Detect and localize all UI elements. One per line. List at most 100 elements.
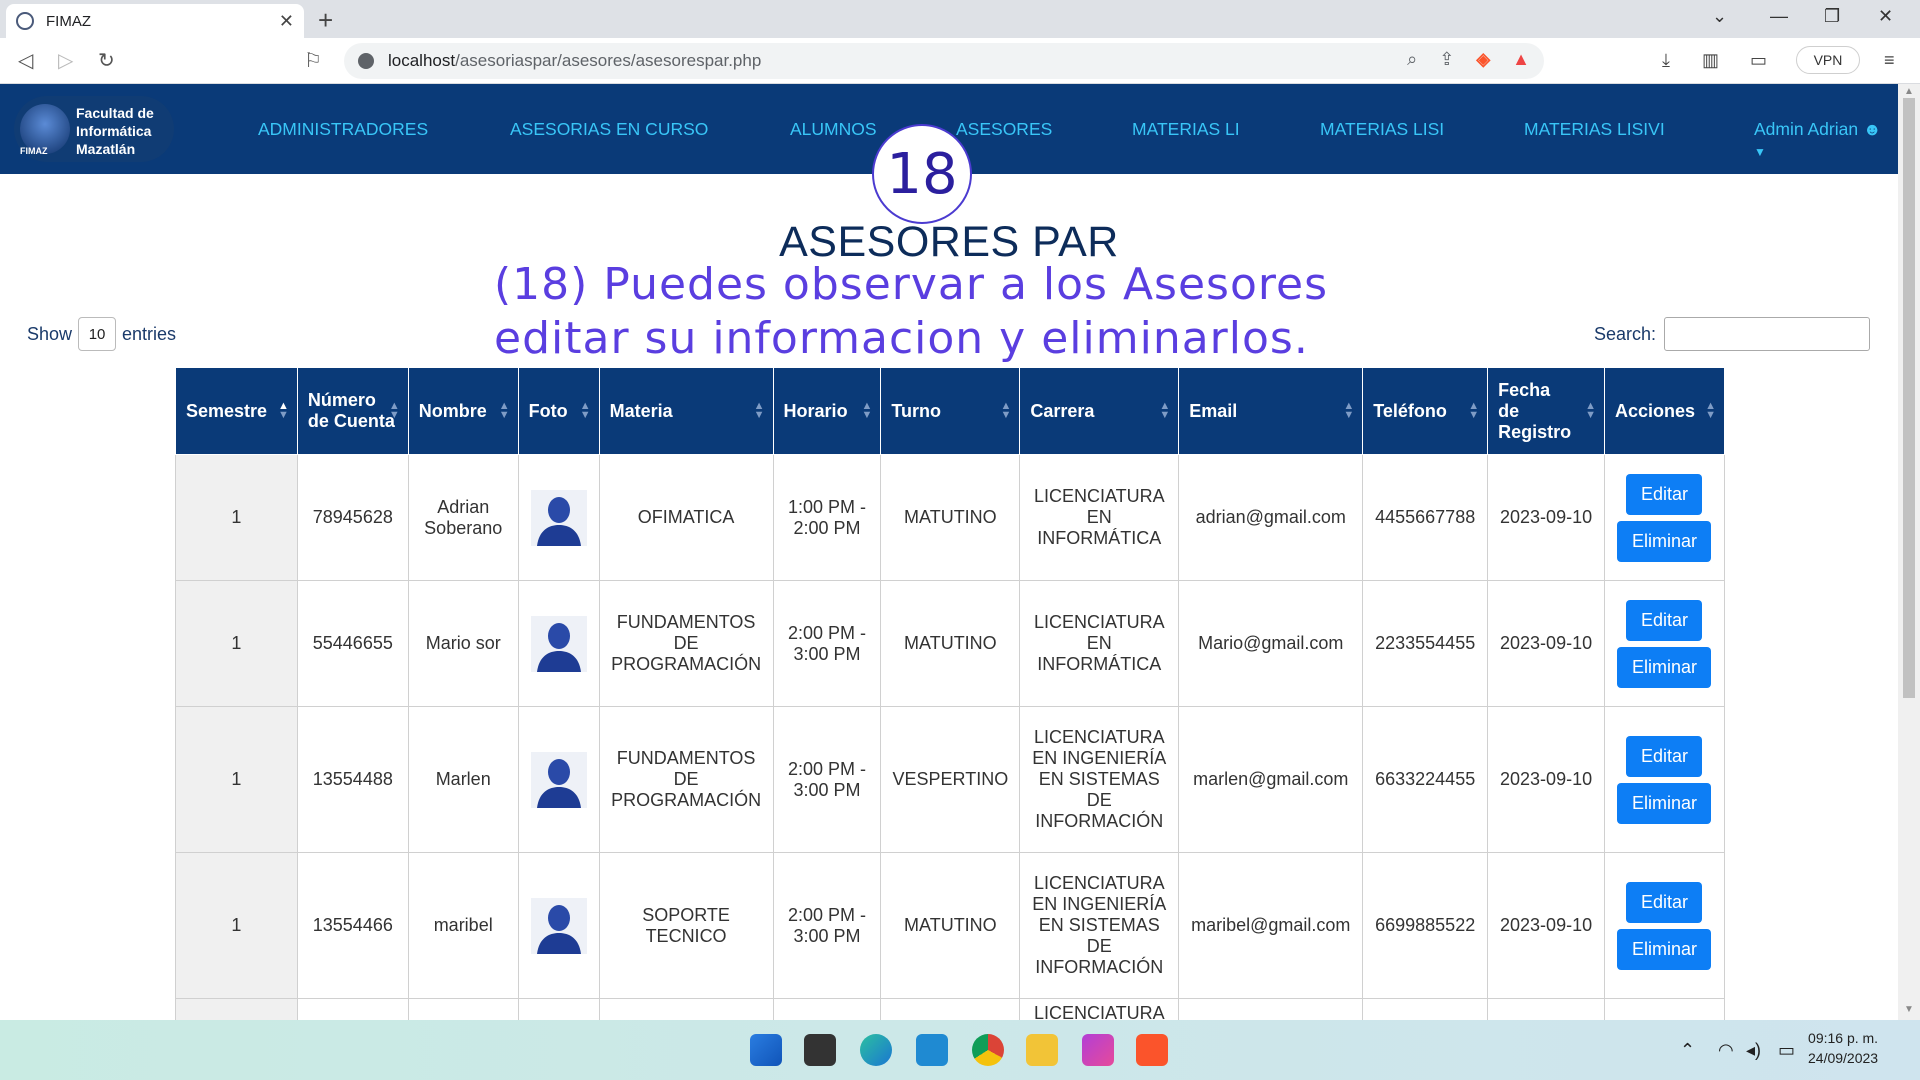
- delete-button[interactable]: Eliminar: [1617, 520, 1712, 562]
- wifi-icon[interactable]: ◠: [1718, 1040, 1734, 1061]
- cell-fecha: 2023-09-10: [1487, 706, 1605, 853]
- cell-materia: FUNDAMENTOS DE PROGRAMACIÓN: [598, 580, 774, 707]
- entries-select[interactable]: 10: [78, 317, 117, 351]
- forward-icon[interactable]: ▷: [58, 48, 73, 73]
- nav-administradores[interactable]: ADMINISTRADORES: [258, 119, 428, 140]
- col-header-nombre[interactable]: Nombre ▲ ▼: [407, 367, 519, 455]
- col-header-fecha[interactable]: Fecha de Registro ▲ ▼: [1487, 367, 1605, 455]
- sidebar-icon[interactable]: ▥: [1702, 50, 1719, 71]
- annotation-line-2: editar su informacion y eliminarlos.: [494, 313, 1309, 364]
- search-control: Search:: [1594, 317, 1871, 351]
- battery-icon[interactable]: ▭: [1778, 1040, 1795, 1061]
- menu-icon[interactable]: ≡: [1884, 50, 1895, 71]
- cell-horario: 1:00 PM - 2:00 PM: [772, 454, 882, 581]
- fimaz-logo[interactable]: Facultad de Informática Mazatlán FIMAZ: [14, 96, 174, 162]
- delete-button[interactable]: Eliminar: [1617, 782, 1712, 824]
- delete-button[interactable]: Eliminar: [1617, 928, 1712, 970]
- col-header-materia[interactable]: Materia ▲ ▼: [598, 367, 774, 455]
- cell-horario: 2:00 PM - 3:00 PM: [772, 852, 882, 999]
- zoom-icon[interactable]: ⌕: [1407, 49, 1417, 70]
- nav-materias-lisivi[interactable]: MATERIAS LISIVI: [1524, 119, 1665, 140]
- site-info-icon[interactable]: [358, 53, 374, 69]
- cell-cuenta: 78945628: [296, 454, 409, 581]
- download-icon[interactable]: ⤓: [1662, 50, 1670, 71]
- close-window-icon[interactable]: ✕: [1878, 6, 1893, 27]
- entries-value: 10: [88, 325, 106, 343]
- cell-foto: [517, 454, 600, 581]
- cell-telefono: 2233554455: [1362, 580, 1489, 707]
- scroll-down-icon[interactable]: ▼: [1904, 1004, 1914, 1015]
- cell-foto: [517, 580, 600, 707]
- clock-time: 09:16 p. m.: [1808, 1030, 1879, 1046]
- cell-telefono: 6633224455: [1362, 706, 1489, 853]
- bookmark-icon[interactable]: ⚐: [304, 48, 322, 73]
- cell-semestre: 1: [175, 706, 298, 853]
- cell-acciones: Editar Eliminar: [1603, 706, 1726, 853]
- share-icon[interactable]: ⇪: [1439, 49, 1454, 70]
- user-menu[interactable]: Admin Adrian ☻ ▼: [1754, 119, 1898, 161]
- search-input[interactable]: [1664, 317, 1871, 351]
- system-clock[interactable]: 09:16 p. m. 24/09/2023: [1808, 1028, 1878, 1068]
- col-header-foto[interactable]: Foto ▲ ▼: [517, 367, 600, 455]
- table-header-row: Semestre ▲ ▼ Número de Cuenta ▲ ▼ Nombre ▲ ▼ F…: [175, 367, 1726, 455]
- url-path: /asesoriaspar/asesores/asesorespar.php: [455, 51, 762, 70]
- reload-icon[interactable]: ↻: [98, 48, 115, 73]
- brave-shields-icon[interactable]: ◈: [1476, 49, 1490, 70]
- nav-materias-lisi[interactable]: MATERIAS LISI: [1320, 119, 1444, 140]
- new-tab-icon[interactable]: +: [318, 5, 333, 36]
- col-header-turno[interactable]: Turno ▲ ▼: [880, 367, 1021, 455]
- os-taskbar: ⌃ ◠ ◂) ▭ 09:16 p. m. 24/09/2023: [0, 1020, 1920, 1080]
- scrollbar-thumb[interactable]: [1903, 98, 1915, 698]
- file-explorer-icon[interactable]: [1026, 1034, 1058, 1066]
- close-tab-icon[interactable]: ✕: [279, 11, 294, 32]
- wallet-icon[interactable]: ▭: [1750, 50, 1767, 71]
- task-view-icon[interactable]: [804, 1034, 836, 1066]
- tab-search-chevron-icon[interactable]: ⌄: [1712, 6, 1727, 27]
- volume-icon[interactable]: ◂): [1746, 1040, 1761, 1061]
- nav-alumnos[interactable]: ALUMNOS: [790, 119, 877, 140]
- app-icon[interactable]: [1082, 1034, 1114, 1066]
- delete-button[interactable]: Eliminar: [1617, 646, 1712, 688]
- col-header-email[interactable]: Email ▲ ▼: [1178, 367, 1364, 455]
- col-header-cuenta[interactable]: Número de Cuenta ▲ ▼: [296, 367, 409, 455]
- cell-cuenta: 55446655: [296, 580, 409, 707]
- tab-title: FIMAZ: [46, 12, 91, 30]
- browser-tab[interactable]: FIMAZ ✕: [6, 4, 304, 38]
- nav-materias-li[interactable]: MATERIAS LI: [1132, 119, 1240, 140]
- chrome-icon[interactable]: [972, 1034, 1004, 1066]
- restore-icon[interactable]: ❐: [1824, 6, 1840, 27]
- col-header-telefono[interactable]: Teléfono ▲ ▼: [1362, 367, 1489, 455]
- cell-cuenta: 13554466: [296, 852, 409, 999]
- edit-button[interactable]: Editar: [1626, 473, 1703, 515]
- cell-turno: MATUTINO: [880, 454, 1021, 581]
- cell-acciones: Editar Eliminar: [1603, 454, 1726, 581]
- col-header-horario[interactable]: Horario ▲ ▼: [772, 367, 882, 455]
- cell-foto: [517, 706, 600, 853]
- scroll-up-icon[interactable]: ▲: [1904, 86, 1914, 97]
- edit-button[interactable]: Editar: [1626, 735, 1703, 777]
- tray-chevron-icon[interactable]: ⌃: [1680, 1040, 1695, 1061]
- cell-semestre: 1: [175, 454, 298, 581]
- brave-taskbar-icon[interactable]: [1136, 1034, 1168, 1066]
- nav-asesorias-en-curso[interactable]: ASESORIAS EN CURSO: [510, 119, 708, 140]
- vpn-button[interactable]: VPN: [1796, 46, 1860, 74]
- col-header-carrera[interactable]: Carrera ▲ ▼: [1019, 367, 1180, 455]
- col-header-semestre[interactable]: Semestre ▲ ▼: [175, 367, 298, 455]
- cell-email: marlen@gmail.com: [1178, 706, 1364, 853]
- windows-start-icon[interactable]: [750, 1034, 782, 1066]
- nav-asesores[interactable]: ASESORES: [956, 119, 1052, 140]
- cell-materia: OFIMATICA: [598, 454, 774, 581]
- brave-rewards-icon[interactable]: ▲: [1512, 49, 1530, 70]
- cell-turno: VESPERTINO: [880, 706, 1021, 853]
- edge-icon[interactable]: [860, 1034, 892, 1066]
- col-header-acciones[interactable]: Acciones ▲ ▼: [1603, 367, 1726, 455]
- back-icon[interactable]: ◁: [18, 48, 33, 73]
- url-bar[interactable]: localhost/asesoriaspar/asesores/asesores…: [344, 43, 1544, 79]
- edit-button[interactable]: Editar: [1626, 881, 1703, 923]
- minimize-icon[interactable]: —: [1770, 6, 1788, 27]
- vscode-icon[interactable]: [916, 1034, 948, 1066]
- page-scrollbar[interactable]: ▲ ▼: [1898, 84, 1920, 1020]
- cell-acciones: Editar Eliminar: [1603, 852, 1726, 999]
- edit-button[interactable]: Editar: [1626, 599, 1703, 641]
- cell-carrera: LICENCIATURA EN INFORMÁTICA: [1019, 454, 1180, 581]
